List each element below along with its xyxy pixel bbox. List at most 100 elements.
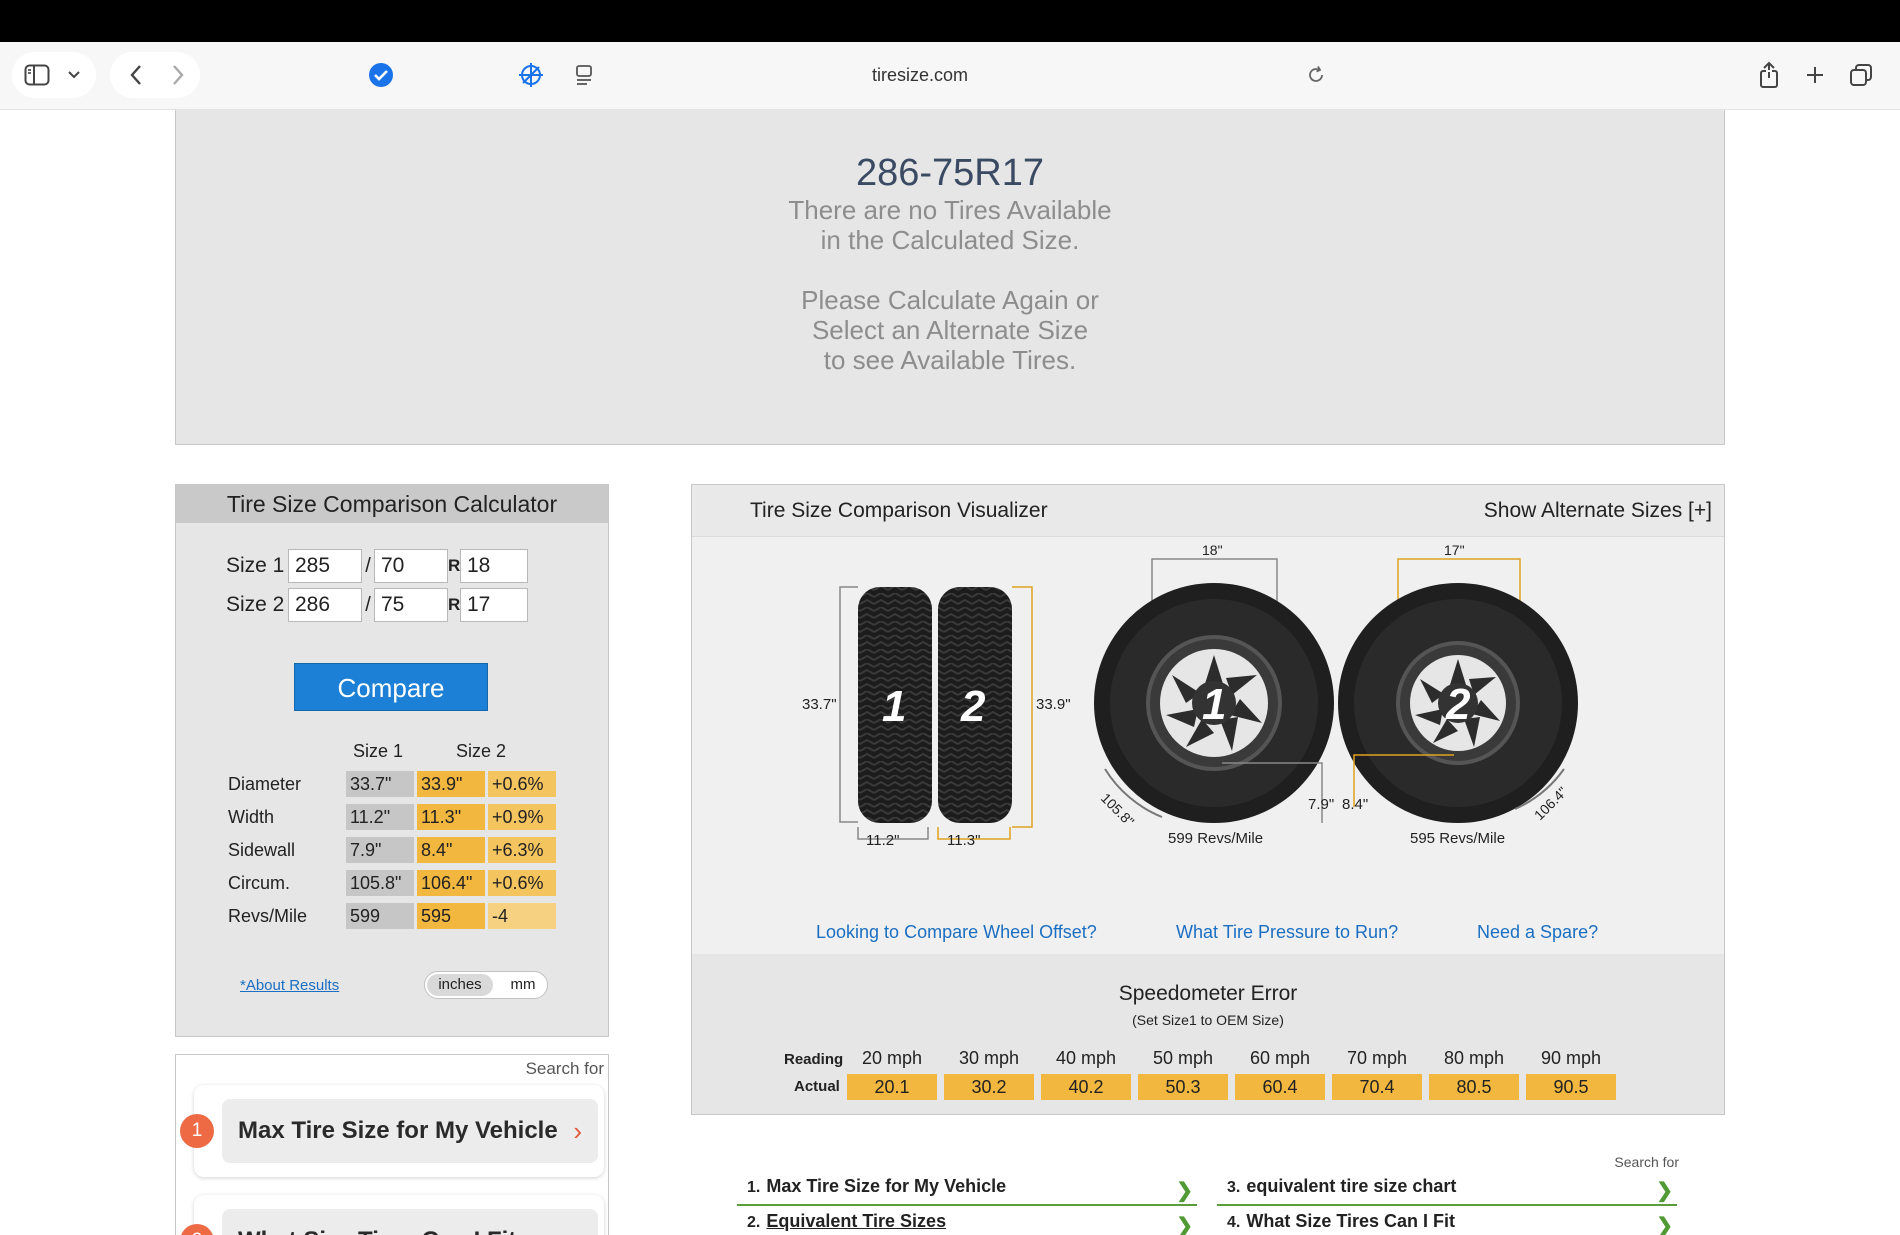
url-bar[interactable]: tiresize.com [500, 52, 1340, 98]
size2-value: 106.4" [417, 870, 485, 896]
no-tires-banner: 286-75R17 There are no Tires Available i… [175, 110, 1725, 445]
sidebar-toggle-group[interactable] [12, 52, 96, 98]
reading-value: 20 mph [861, 1048, 923, 1068]
sidewall-2-label: 8.4" [1342, 796, 1368, 813]
chevron-right-icon: ❯ [1176, 1180, 1193, 1202]
reading-value: 30 mph [958, 1048, 1020, 1068]
actual-value: 90.5 [1526, 1074, 1616, 1100]
banner-size-title: 286-75R17 [855, 152, 1045, 194]
compare-wheel-offset-link[interactable]: Looking to Compare Wheel Offset? [816, 922, 1097, 943]
result-row-diameter: Diameter 33.7" 33.9" +0.6% [228, 771, 559, 797]
size1-value: 599 [346, 903, 414, 929]
reload-icon[interactable] [1304, 63, 1328, 87]
item-label: equivalent tire size chart [1246, 1176, 1457, 1196]
size2-ratio-input[interactable]: 75 [374, 588, 448, 622]
unit-inches-option[interactable]: inches [427, 974, 493, 996]
reading-value: 50 mph [1152, 1048, 1214, 1068]
sidewall-1-label: 7.9" [1308, 796, 1334, 813]
circumference-1-label: 105.8" [1098, 790, 1138, 830]
size2-value: 33.9" [417, 771, 485, 797]
row-label: Sidewall [228, 839, 296, 860]
size1-value: 33.7" [346, 771, 414, 797]
actual-value: 80.5 [1429, 1074, 1519, 1100]
show-alternate-sizes-link[interactable]: Show Alternate Sizes [+] [1484, 499, 1712, 523]
actual-value: 40.2 [1041, 1074, 1131, 1100]
related-searches: Search for 1. Max Tire Size for My Vehicl… [737, 1154, 1679, 1235]
difference-value: +6.3% [488, 837, 556, 863]
reading-value: 70 mph [1346, 1048, 1408, 1068]
actual-value: 60.4 [1235, 1074, 1325, 1100]
tire-2-number: 2 [960, 682, 986, 731]
visualizer-header: Tire Size Comparison Visualizer Show Alt… [692, 485, 1724, 537]
item-number: 3. [1227, 1179, 1241, 1196]
url-text: tiresize.com [871, 64, 969, 85]
banner-line: Please Calculate Again or [801, 285, 1099, 315]
sidebar-icon[interactable] [24, 63, 50, 87]
search-suggestion[interactable]: 1 Max Tire Size for My Vehicle › [180, 1085, 604, 1177]
width-1-label: 11.2" [866, 832, 899, 849]
column-header-size1: Size 1 [353, 741, 404, 761]
visualizer-title: Tire Size Comparison Visualizer [750, 499, 1048, 522]
size2-rim-input[interactable]: 17 [460, 588, 528, 622]
chevron-right-icon: ❯ [1656, 1180, 1673, 1202]
wheel-2-number: 2 [1445, 680, 1471, 729]
new-tab-icon[interactable] [1802, 62, 1828, 88]
forward-icon[interactable] [166, 63, 190, 87]
banner-line: in the Calculated Size. [820, 225, 1080, 255]
search-suggestion[interactable]: 2 What Size Tires Can I Fit › [180, 1195, 604, 1235]
reading-label: Reading [784, 1051, 844, 1068]
related-search-item[interactable]: 1. Max Tire Size for My Vehicle ❯ [737, 1176, 1197, 1206]
search-for-label: Search for [525, 1059, 604, 1078]
rim-2-label: 17" [1444, 542, 1465, 558]
chevron-right-icon: › [573, 1226, 582, 1235]
actual-label: Actual [794, 1078, 840, 1095]
tire-1-number: 1 [882, 682, 906, 731]
revs-2-label: 595 Revs/Mile [1410, 830, 1505, 847]
verified-check-icon[interactable] [368, 62, 394, 88]
width-2-label: 11.3" [947, 832, 980, 849]
size2-value: 8.4" [417, 837, 485, 863]
tire-illustration: 1 2 33.7" 33.9" 11.2" 11.3" 1 18" 7.9" 1… [802, 542, 1578, 849]
need-a-spare-link[interactable]: Need a Spare? [1477, 922, 1598, 943]
revs-1-label: 599 Revs/Mile [1168, 830, 1263, 847]
difference-value: +0.6% [488, 870, 556, 896]
share-icon[interactable] [1756, 60, 1782, 90]
reading-value: 40 mph [1055, 1048, 1117, 1068]
related-search-item[interactable]: 3. equivalent tire size chart ❯ [1217, 1176, 1677, 1206]
suggestion-label: Max Tire Size for My Vehicle [238, 1117, 558, 1144]
tab-overview-icon[interactable] [1848, 62, 1874, 88]
unit-mm-option[interactable]: mm [501, 974, 545, 996]
row-label: Width [228, 806, 275, 827]
difference-value: +0.6% [488, 771, 556, 797]
suggestion-label-wrap: What Size Tires Can I Fit › [222, 1209, 598, 1235]
size2-value: 11.3" [417, 804, 485, 830]
chevron-down-icon[interactable] [66, 67, 82, 83]
nav-group [110, 52, 200, 98]
size1-label: Size 1 [226, 554, 285, 577]
chevron-right-icon: ❯ [1176, 1215, 1193, 1235]
unit-toggle[interactable]: inches mm [424, 971, 548, 999]
r-label: R [448, 595, 461, 614]
result-row-sidewall: Sidewall 7.9" 8.4" +6.3% [228, 837, 559, 863]
result-row-width: Width 11.2" 11.3" +0.9% [228, 804, 559, 830]
compare-button[interactable]: Compare [294, 663, 488, 711]
size1-row: Size 1 285 / 70 R 18 [226, 549, 528, 583]
related-search-item[interactable]: 2. Equivalent Tire Sizes ❯ [737, 1211, 1197, 1235]
item-number: 1. [747, 1179, 761, 1196]
size1-ratio-input[interactable]: 70 [374, 549, 448, 583]
tire-pressure-link[interactable]: What Tire Pressure to Run? [1176, 922, 1398, 943]
back-icon[interactable] [124, 63, 148, 87]
row-label: Circum. [228, 872, 290, 893]
related-search-item[interactable]: 4. What Size Tires Can I Fit ❯ [1217, 1211, 1677, 1235]
size2-width-input[interactable]: 286 [288, 588, 362, 622]
size1-width-input[interactable]: 285 [288, 549, 362, 583]
actual-value: 70.4 [1332, 1074, 1422, 1100]
size1-rim-input[interactable]: 18 [460, 549, 528, 583]
banner-line: to see Available Tires. [823, 345, 1077, 375]
about-results-link[interactable]: *About Results [240, 977, 339, 994]
actual-value: 30.2 [944, 1074, 1034, 1100]
row-label: Revs/Mile [228, 905, 308, 926]
reading-value: 60 mph [1249, 1048, 1311, 1068]
chevron-right-icon: › [573, 1115, 582, 1146]
size2-label: Size 2 [226, 593, 285, 616]
